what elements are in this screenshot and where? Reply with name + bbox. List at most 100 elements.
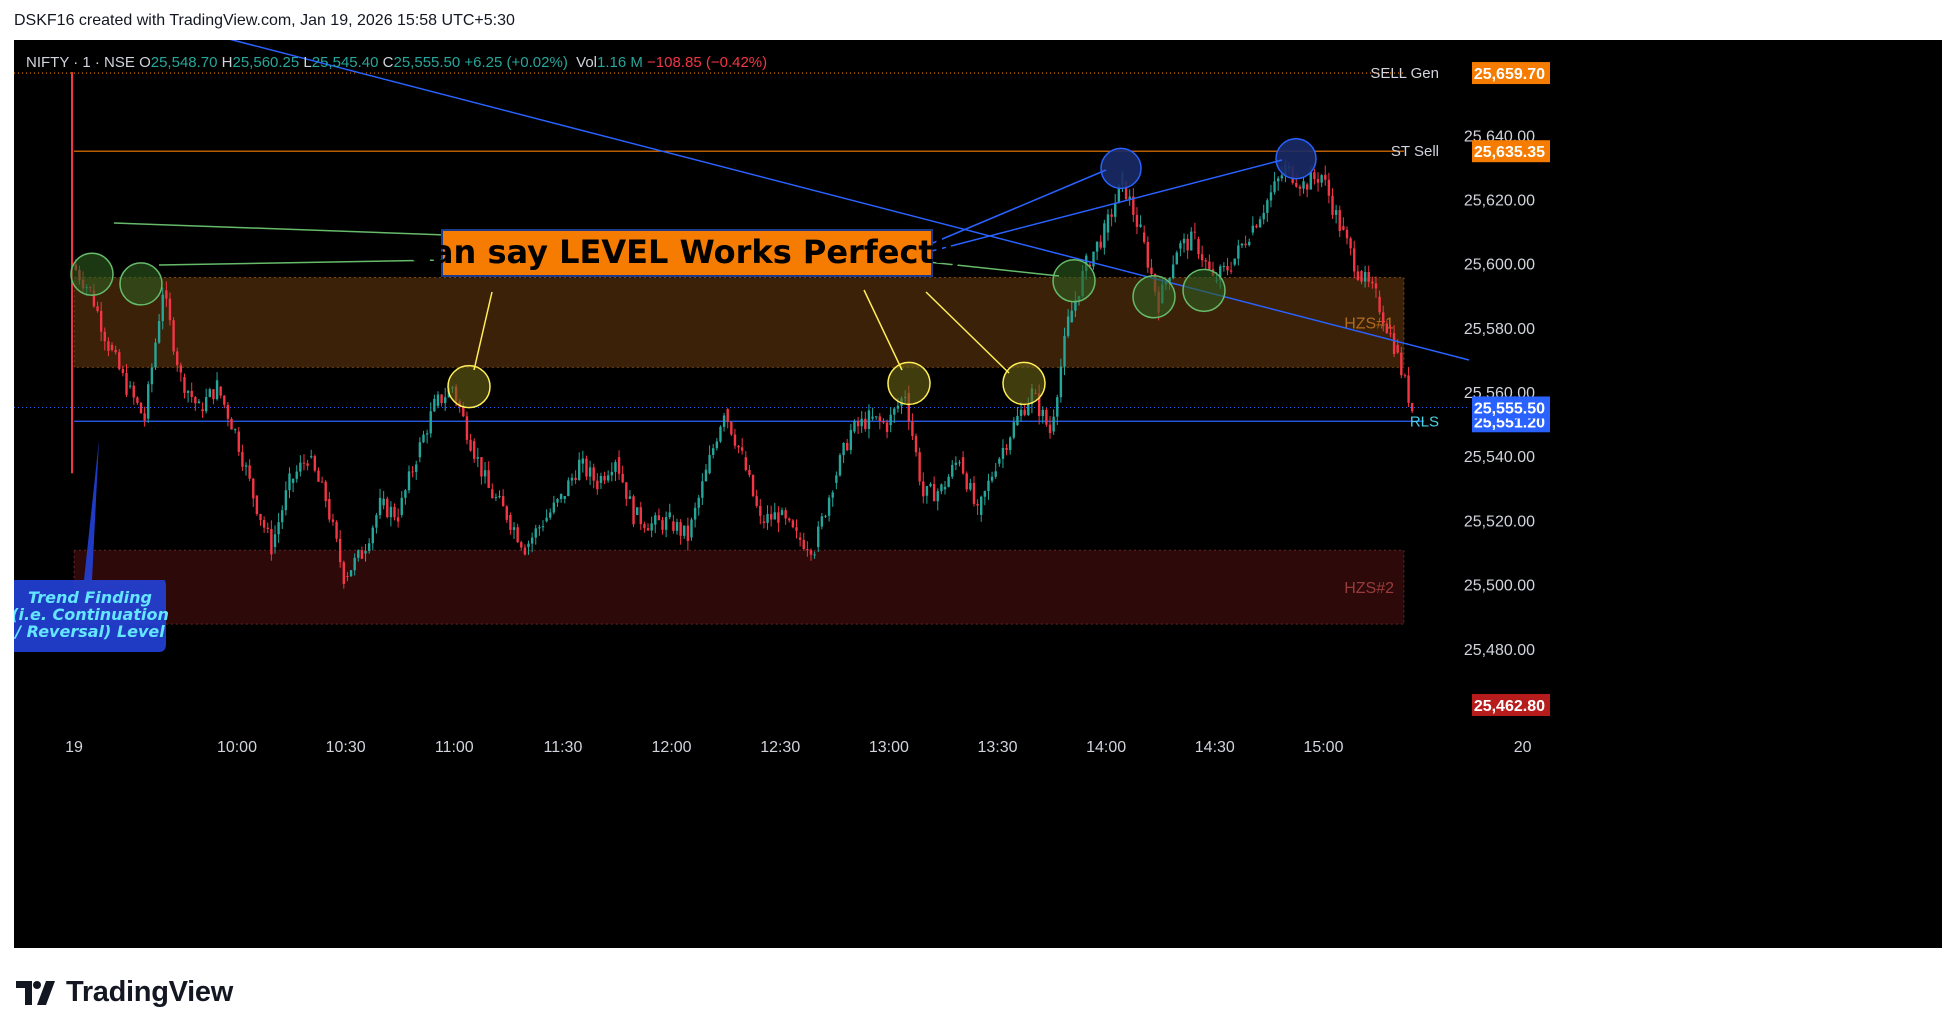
zone-box (73, 549, 1405, 625)
candle-body (371, 527, 374, 544)
candle-body (1316, 179, 1320, 183)
candle-body (1400, 352, 1403, 376)
candle-body (1019, 409, 1023, 416)
candle-body (357, 550, 360, 558)
candle-body (255, 495, 259, 515)
y-axis-tick: 25,600.00 (1464, 257, 1535, 274)
candle-body (103, 331, 106, 342)
candle-body (596, 480, 599, 490)
candle-body (998, 458, 1001, 464)
candle-body (1001, 447, 1005, 459)
candle-body (853, 420, 856, 432)
candle-body (328, 498, 331, 520)
candle-body (675, 522, 679, 531)
candle-body (1099, 241, 1102, 248)
tradingview-brand[interactable]: TradingView (16, 976, 233, 1009)
candle-body (867, 410, 871, 430)
blue-circle (1275, 137, 1317, 180)
x-axis-tick: 12:00 (652, 739, 692, 756)
candle-body (194, 397, 197, 404)
candle-body (1295, 182, 1298, 187)
candle-body (987, 480, 990, 492)
candle-body (295, 471, 298, 479)
green-circle (70, 252, 114, 297)
candle-body (501, 496, 505, 507)
candle-body (259, 514, 262, 521)
green-circle (1052, 258, 1096, 303)
candle-body (929, 484, 932, 487)
legend-open-value: 25,548.70 (150, 54, 218, 71)
candle-body (882, 421, 885, 423)
tradingview-logo-icon (16, 980, 55, 1005)
candle-body (795, 527, 798, 531)
legend-high-value: 25,560.25 (232, 54, 300, 71)
candle-body (1226, 266, 1229, 271)
candle-body (190, 390, 193, 398)
chart-frame[interactable]: HZS#1 HZS#2 SELL Gen ST Sell RLS Can say LE… (14, 40, 1942, 948)
chart-attribution: DSKF16 created with TradingView.com, Jan… (14, 12, 515, 29)
candle-body (817, 526, 820, 548)
candle-body (1269, 192, 1273, 201)
x-axis-tick: 20 (1514, 739, 1532, 756)
x-axis-tick: 15:00 (1303, 739, 1343, 756)
legend-symbol[interactable]: NIFTY · 1 · NSE (26, 54, 135, 71)
candle-body (914, 435, 918, 453)
candle-body (444, 397, 447, 404)
candle-body (668, 512, 671, 518)
candle-body (1262, 212, 1265, 220)
candle-body (827, 497, 831, 516)
candle-body (1327, 179, 1331, 196)
candle-body (1012, 422, 1016, 438)
candle-body (1200, 254, 1204, 261)
candle-body (1244, 243, 1247, 246)
candle-body (338, 538, 342, 563)
price-chart[interactable]: HZS#1HZS#2 SELL GenST SellRLS Can say LE… (14, 40, 1942, 948)
candle-body (603, 476, 606, 481)
candle-body (393, 506, 396, 518)
candle-body (469, 439, 472, 451)
candle-body (520, 542, 523, 548)
trend-box-text: / Reversal) Level (14, 622, 165, 641)
green-pointer (113, 222, 447, 236)
candle-body (762, 521, 766, 523)
level-price-tag: 25,659.70 (1474, 66, 1545, 83)
candle-body (661, 520, 664, 530)
candle-body (592, 467, 595, 481)
candle-body (291, 478, 295, 483)
candle-body (788, 518, 791, 521)
candle-body (846, 442, 849, 451)
candle-body (1342, 226, 1345, 230)
candle-body (252, 478, 255, 499)
candle-body (751, 474, 755, 497)
candle-body (462, 407, 465, 417)
x-axis-tick: 13:30 (977, 739, 1017, 756)
candle-body (748, 470, 751, 475)
x-axis-tick: 10:30 (326, 739, 366, 756)
candle-body (766, 513, 769, 523)
green-circle (1182, 268, 1226, 313)
candle-body (599, 476, 603, 483)
candle-body (422, 434, 425, 443)
candle-body (157, 321, 161, 343)
candle-body (686, 525, 690, 542)
candle-body (1008, 437, 1012, 450)
candle-body (96, 306, 99, 311)
candle-body (690, 519, 693, 538)
candle-body (1378, 296, 1381, 313)
candle-body (404, 490, 407, 498)
candle-body (483, 470, 487, 477)
candle-body (266, 527, 269, 529)
candle-body (1056, 397, 1059, 417)
candle-body (1066, 316, 1070, 336)
legend-close-value: 25,555.50 (393, 54, 461, 71)
candle-body (650, 523, 653, 531)
candle-body (212, 389, 215, 400)
candle-body (1171, 264, 1175, 279)
candle-body (1309, 172, 1312, 190)
candle-body (1023, 409, 1026, 415)
candle-body (400, 497, 403, 515)
candle-body (1110, 214, 1113, 217)
candle-body (396, 517, 400, 522)
candle-body (809, 550, 813, 555)
candle-body (139, 402, 143, 414)
